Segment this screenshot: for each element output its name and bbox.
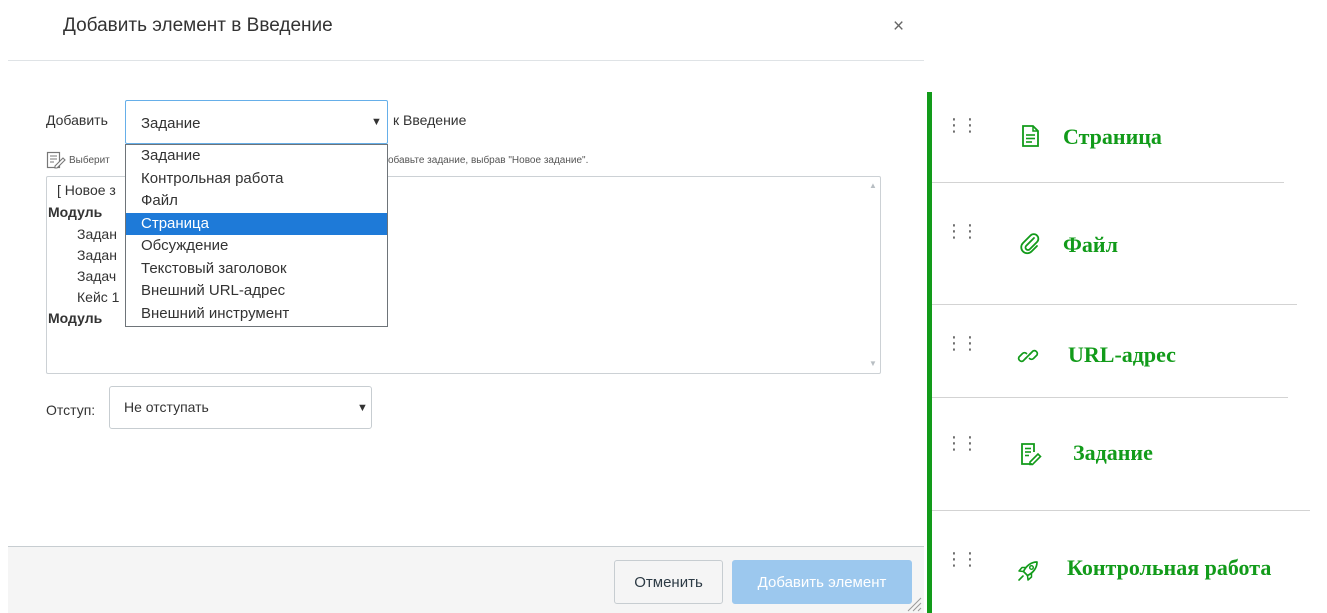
legend-item-quiz: ⋮⋮ Контрольная работа bbox=[932, 523, 1327, 613]
hint-text-end: обавьте задание, выбрав "Новое задание". bbox=[388, 155, 589, 166]
list-item-module[interactable]: Модуль bbox=[48, 310, 102, 326]
assignment-icon bbox=[1021, 443, 1042, 466]
drag-handle-icon[interactable]: ⋮⋮ bbox=[945, 434, 979, 452]
target-module-label: к Введение bbox=[393, 112, 467, 128]
list-item[interactable]: Кейс 1 bbox=[77, 289, 119, 305]
caret-down-icon: ▼ bbox=[371, 116, 382, 128]
item-type-value: Задание bbox=[141, 115, 201, 132]
caret-down-icon: ▼ bbox=[357, 402, 368, 414]
hint-text-start: Выберит bbox=[69, 155, 110, 166]
page-icon bbox=[1022, 125, 1039, 147]
list-item[interactable]: Задач bbox=[77, 268, 116, 284]
drag-handle-icon[interactable]: ⋮⋮ bbox=[945, 334, 979, 352]
legend-item-page: ⋮⋮ Страница bbox=[932, 92, 1327, 182]
legend-label: Страница bbox=[1063, 124, 1162, 149]
legend-divider bbox=[932, 304, 1297, 305]
legend-divider bbox=[932, 397, 1288, 398]
dialog-title: Добавить элемент в Введение bbox=[63, 15, 333, 36]
list-item[interactable]: [ Новое з bbox=[57, 182, 116, 198]
dropdown-option-page[interactable]: Страница bbox=[126, 212, 387, 235]
indent-select[interactable]: Не отступать ▼ bbox=[109, 386, 372, 429]
rocket-icon bbox=[1018, 561, 1038, 581]
dropdown-option-text-header[interactable]: Текстовый заголовок bbox=[126, 258, 387, 281]
close-icon[interactable]: × bbox=[893, 17, 904, 37]
item-type-dropdown: Задание Контрольная работа Файл Страница… bbox=[125, 144, 388, 327]
list-item[interactable]: Задан bbox=[77, 226, 117, 242]
scroll-down-icon[interactable]: ▼ bbox=[869, 359, 877, 368]
dropdown-option-assignment[interactable]: Задание bbox=[126, 145, 387, 168]
legend-divider bbox=[932, 510, 1310, 511]
dropdown-option-external-tool[interactable]: Внешний инструмент bbox=[126, 303, 387, 326]
legend-item-assignment: ⋮⋮ Задание bbox=[932, 408, 1327, 498]
title-divider bbox=[8, 60, 924, 61]
add-label: Добавить bbox=[46, 112, 108, 128]
legend-label: Задание bbox=[1073, 440, 1153, 465]
add-item-button[interactable]: Добавить элемент bbox=[732, 560, 912, 604]
item-type-select[interactable]: Задание ▼ bbox=[125, 100, 388, 144]
dropdown-option-quiz[interactable]: Контрольная работа bbox=[126, 168, 387, 191]
paperclip-icon bbox=[1020, 233, 1040, 255]
link-icon bbox=[1017, 349, 1039, 363]
list-item-module[interactable]: Модуль bbox=[48, 204, 102, 220]
cancel-button[interactable]: Отменить bbox=[614, 560, 723, 604]
edit-document-icon bbox=[46, 151, 66, 169]
list-item[interactable]: Задан bbox=[77, 247, 117, 263]
indent-value: Не отступать bbox=[124, 399, 209, 415]
drag-handle-icon[interactable]: ⋮⋮ bbox=[945, 222, 979, 240]
dropdown-option-file[interactable]: Файл bbox=[126, 190, 387, 213]
dropdown-option-external-url[interactable]: Внешний URL-адрес bbox=[126, 280, 387, 303]
legend-item-file: ⋮⋮ Файл bbox=[932, 198, 1327, 288]
scroll-up-icon[interactable]: ▲ bbox=[869, 181, 877, 190]
drag-handle-icon[interactable]: ⋮⋮ bbox=[945, 550, 979, 568]
legend-item-url: ⋮⋮ URL-адрес bbox=[932, 310, 1327, 400]
indent-label: Отступ: bbox=[46, 402, 96, 418]
dropdown-option-discussion[interactable]: Обсуждение bbox=[126, 235, 387, 258]
add-item-dialog: Добавить элемент в Введение × Добавить З… bbox=[0, 0, 924, 613]
drag-handle-icon[interactable]: ⋮⋮ bbox=[945, 116, 979, 134]
legend-label: Контрольная работа bbox=[1067, 555, 1272, 580]
legend-divider bbox=[932, 182, 1284, 183]
resize-grip-icon[interactable] bbox=[904, 594, 922, 612]
legend-label: Файл bbox=[1063, 232, 1118, 257]
legend-label: URL-адрес bbox=[1068, 342, 1176, 367]
